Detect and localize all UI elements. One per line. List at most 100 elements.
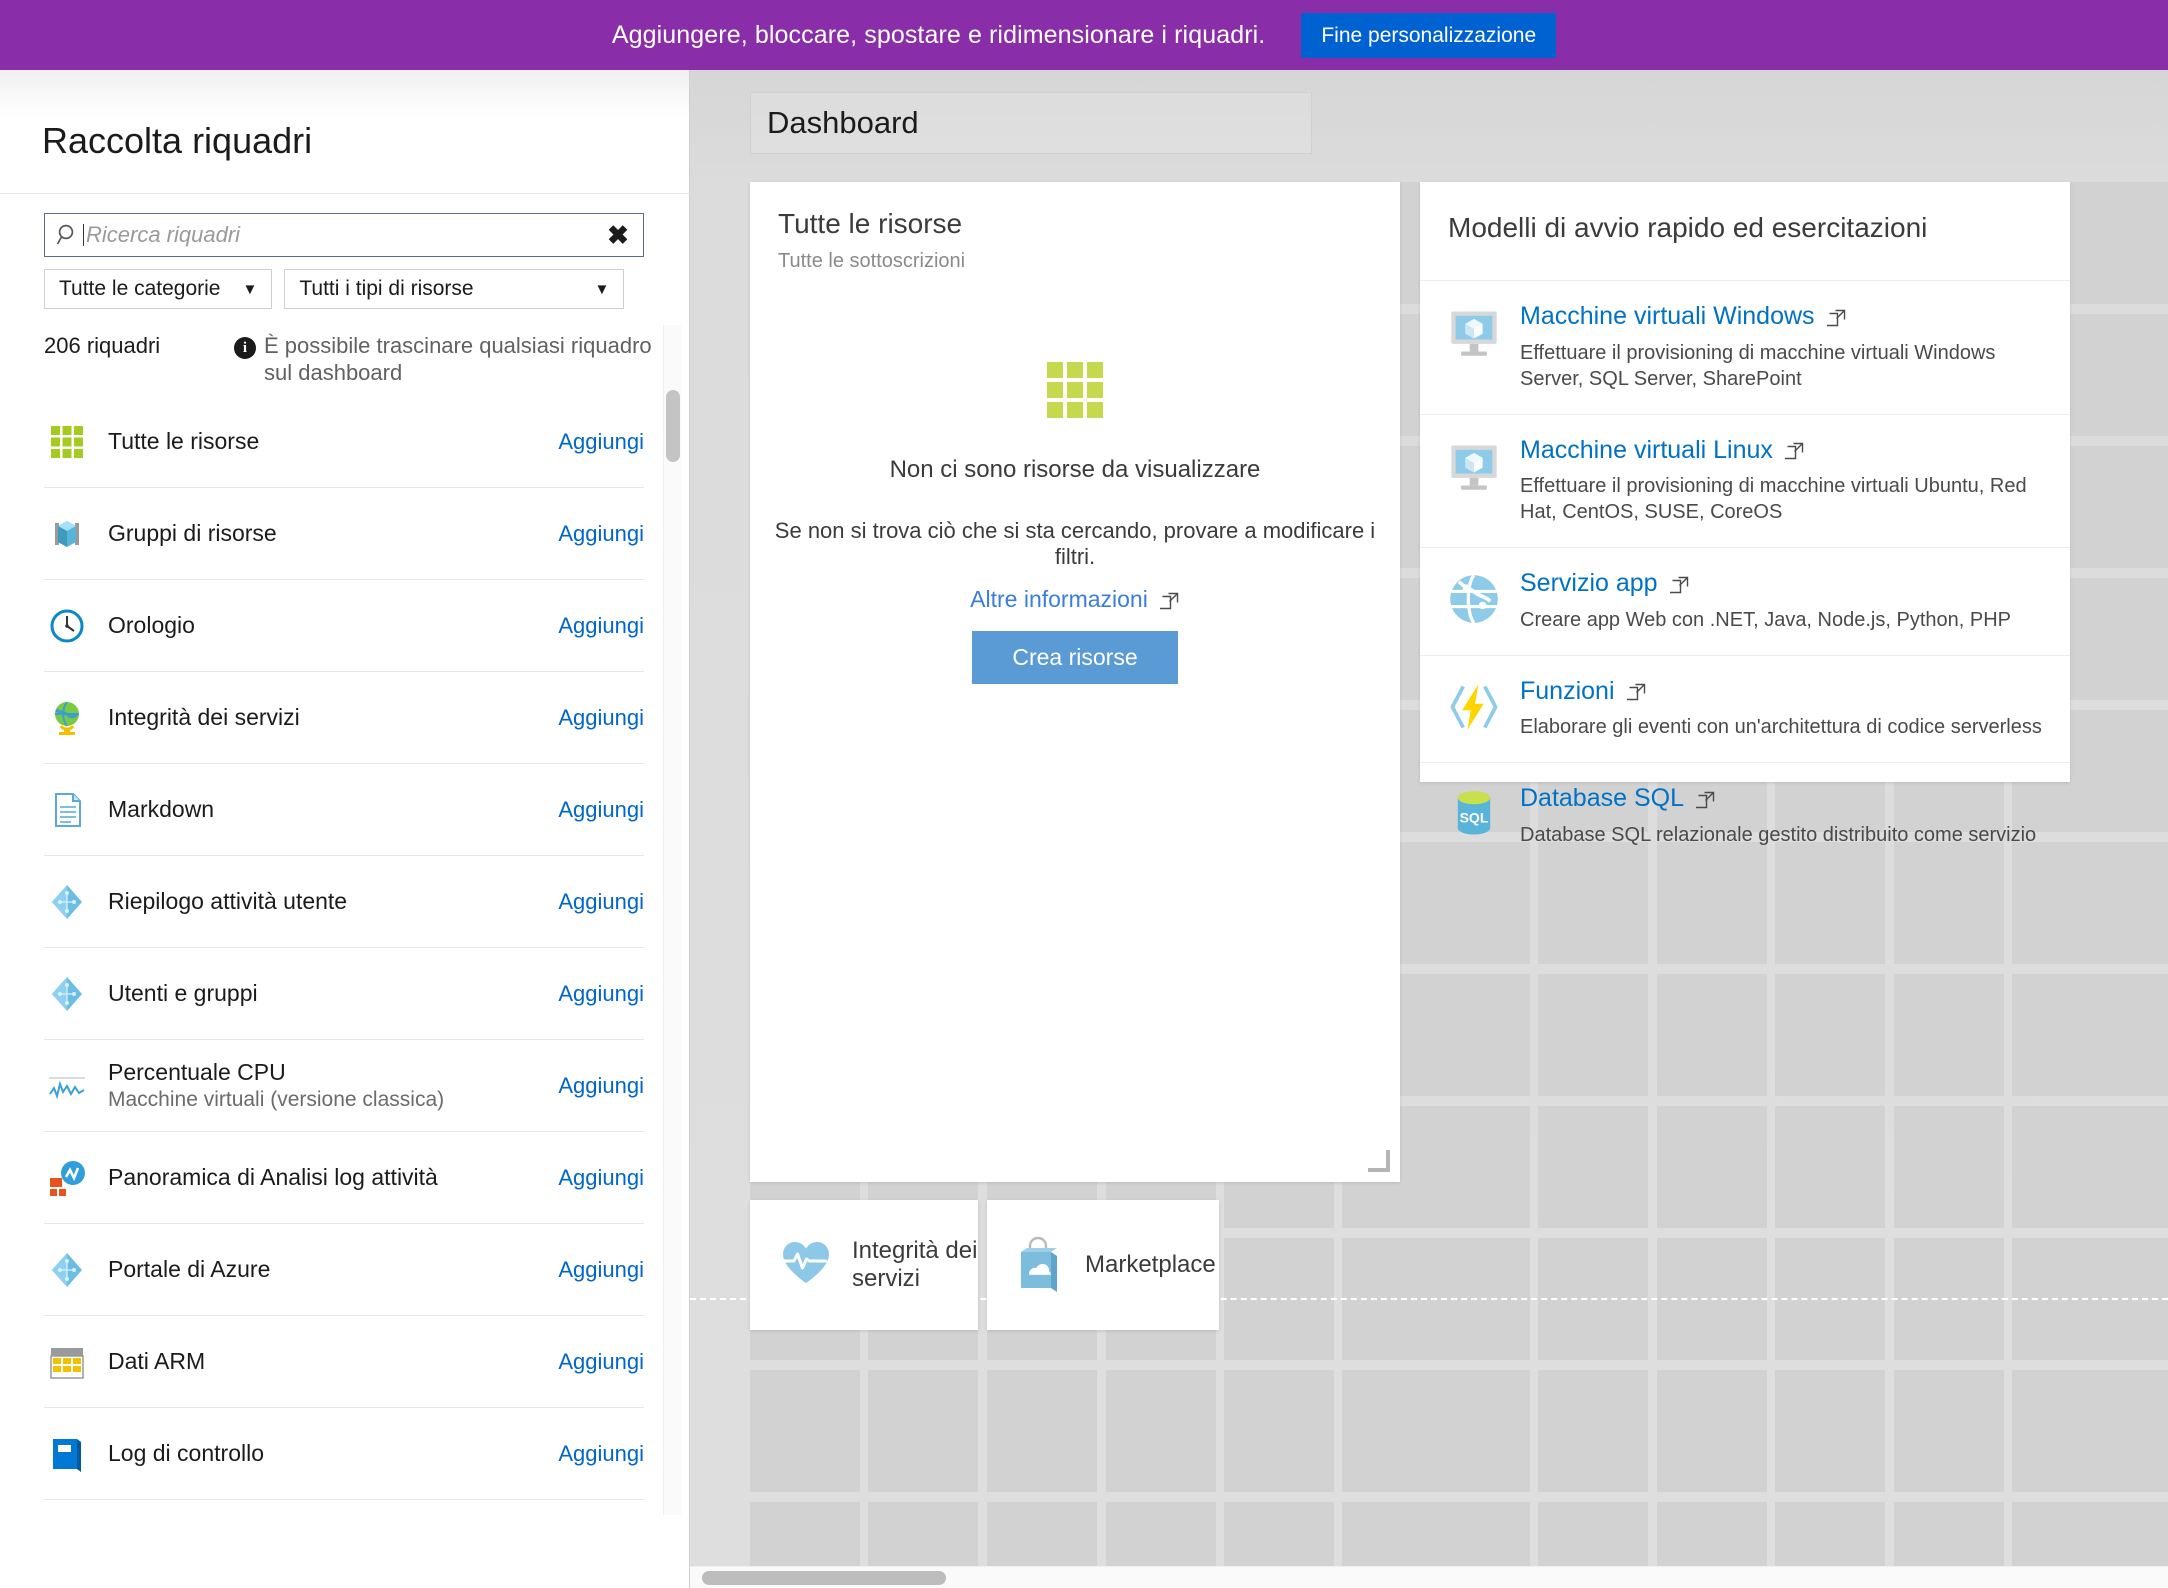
empty-tile-placeholder[interactable] xyxy=(2090,1106,2168,1228)
tile-all-resources[interactable]: Tutte le risorse Tutte le sottoscrizioni… xyxy=(750,182,1400,1182)
add-tile-button[interactable]: Aggiungi xyxy=(544,1257,644,1283)
gallery-tile-row[interactable]: Dati ARM Aggiungi xyxy=(44,1316,644,1408)
add-tile-button[interactable]: Aggiungi xyxy=(544,1165,644,1191)
heartbeat-icon xyxy=(780,1239,832,1292)
category-filter-dropdown[interactable]: Tutte le categorie ▼ xyxy=(44,269,273,309)
gallery-tile-text: Log di controllo xyxy=(108,1439,544,1468)
gallery-tile-row[interactable]: Integrità dei servizi Aggiungi xyxy=(44,672,644,764)
tile-resize-handle[interactable] xyxy=(1368,1150,1390,1172)
tile-quickstart-templates[interactable]: Modelli di avvio rapido ed esercitazioni… xyxy=(1420,182,2070,846)
template-row[interactable]: Funzioni Elaborare gli eventi con un'arch… xyxy=(1420,654,2070,763)
empty-tile-placeholder[interactable] xyxy=(987,1370,1097,1492)
empty-tile-placeholder[interactable] xyxy=(1657,1370,1767,1492)
template-link[interactable]: Macchine virtuali Linux xyxy=(1520,436,1805,465)
gallery-tile-row[interactable]: AD ConnectAggiungi xyxy=(44,1500,644,1516)
empty-tile-placeholder[interactable] xyxy=(1420,1370,1530,1492)
template-body: Macchine virtuali Windows Effettuare il p… xyxy=(1520,302,2046,392)
gallery-tile-name: Markdown xyxy=(108,796,215,823)
template-description: Elaborare gli eventi con un'architettura… xyxy=(1520,716,2042,738)
external-link-icon xyxy=(1782,440,1805,460)
empty-tile-placeholder[interactable] xyxy=(1106,1370,1216,1492)
template-link[interactable]: Database SQL xyxy=(1520,784,1716,813)
create-resources-button[interactable]: Crea risorse xyxy=(972,631,1178,684)
add-tile-button[interactable]: Aggiungi xyxy=(544,797,644,823)
template-link[interactable]: Macchine virtuali Windows xyxy=(1520,302,1847,331)
tile-service-health[interactable]: Integrità dei servizi xyxy=(750,1200,978,1330)
clock-icon xyxy=(44,603,90,649)
empty-tile-placeholder[interactable] xyxy=(2090,446,2168,568)
add-tile-button[interactable]: Aggiungi xyxy=(544,1441,644,1467)
empty-tile-placeholder[interactable] xyxy=(2090,1370,2168,1492)
empty-tile-placeholder[interactable] xyxy=(1894,974,2004,1096)
empty-tile-placeholder[interactable] xyxy=(1657,974,1767,1096)
add-tile-button[interactable]: Aggiungi xyxy=(544,705,644,731)
gallery-tile-text: Panoramica di Analisi log attività xyxy=(108,1163,544,1192)
template-link[interactable]: Funzioni xyxy=(1520,677,1647,706)
azure-ad-diamond-icon xyxy=(44,879,90,925)
all-resources-icon xyxy=(1047,362,1103,418)
tile-marketplace[interactable]: Marketplace xyxy=(987,1200,1219,1330)
empty-tile-placeholder[interactable] xyxy=(2090,974,2168,1096)
gallery-tile-row[interactable]: Panoramica di Analisi log attività Aggiun… xyxy=(44,1132,644,1224)
gallery-tile-row[interactable]: Gruppi di risorse Aggiungi xyxy=(44,488,644,580)
empty-tile-placeholder[interactable] xyxy=(1538,1106,1648,1228)
empty-tile-placeholder[interactable] xyxy=(2090,182,2168,304)
add-tile-button[interactable]: Aggiungi xyxy=(544,521,644,547)
gallery-tile-row[interactable]: Riepilogo attività utente Aggiungi xyxy=(44,856,644,948)
learn-more-link[interactable]: Altre informazioni xyxy=(970,586,1180,613)
clear-search-icon[interactable]: ✖ xyxy=(601,218,635,252)
gallery-tile-row[interactable]: Utenti e gruppi Aggiungi xyxy=(44,948,644,1040)
empty-tile-placeholder[interactable] xyxy=(1420,974,1530,1096)
gallery-scrollbar-track[interactable] xyxy=(663,325,681,1515)
add-tile-button[interactable]: Aggiungi xyxy=(544,613,644,639)
empty-tile-placeholder[interactable] xyxy=(2090,314,2168,436)
external-link-icon xyxy=(1667,574,1690,594)
gallery-tile-name: Percentuale CPU xyxy=(108,1059,286,1085)
learn-more-label: Altre informazioni xyxy=(970,586,1148,612)
search-input[interactable] xyxy=(86,222,601,248)
gallery-tile-text: Riepilogo attività utente xyxy=(108,887,544,916)
gallery-tile-row[interactable]: Log di controllo Aggiungi xyxy=(44,1408,644,1500)
gallery-tile-row[interactable]: Tutte le risorse Aggiungi xyxy=(44,396,644,488)
empty-tile-placeholder[interactable] xyxy=(750,1370,860,1492)
gallery-tile-row[interactable]: Orologio Aggiungi xyxy=(44,580,644,672)
template-row[interactable]: Macchine virtuali Linux Effettuare il pro… xyxy=(1420,413,2070,548)
gallery-tile-row[interactable]: Markdown Aggiungi xyxy=(44,764,644,856)
dashboard-hscrollbar-thumb[interactable] xyxy=(702,1571,946,1585)
gallery-tile-row[interactable]: Percentuale CPU Macchine virtuali (versio… xyxy=(44,1040,644,1132)
template-body: Database SQL Database SQL relazionale ges… xyxy=(1520,784,2046,848)
empty-tile-placeholder[interactable] xyxy=(1420,1106,1530,1228)
template-row[interactable]: Macchine virtuali Windows Effettuare il p… xyxy=(1420,280,2070,414)
empty-tile-placeholder[interactable] xyxy=(1657,1106,1767,1228)
drag-hint-text: È possibile trascinare qualsiasi riquadr… xyxy=(264,333,652,385)
empty-tile-placeholder[interactable] xyxy=(1538,1370,1648,1492)
add-tile-button[interactable]: Aggiungi xyxy=(544,981,644,1007)
template-row[interactable]: SQL Database SQL Database SQL relazionale … xyxy=(1420,762,2070,870)
empty-tile-placeholder[interactable] xyxy=(1775,1370,1885,1492)
gallery-tile-row[interactable]: Portale di Azure Aggiungi xyxy=(44,1224,644,1316)
empty-tile-placeholder[interactable] xyxy=(1775,974,1885,1096)
done-customizing-button[interactable]: Fine personalizzazione xyxy=(1301,12,1557,58)
add-tile-button[interactable]: Aggiungi xyxy=(544,429,644,455)
add-tile-button[interactable]: Aggiungi xyxy=(544,1073,644,1099)
empty-tile-placeholder[interactable] xyxy=(2090,842,2168,964)
empty-tile-placeholder[interactable] xyxy=(1894,1370,2004,1492)
empty-tile-placeholder[interactable] xyxy=(2090,578,2168,700)
empty-tile-placeholder[interactable] xyxy=(1224,1370,1334,1492)
add-tile-button[interactable]: Aggiungi xyxy=(544,1349,644,1375)
template-row[interactable]: Servizio app Creare app Web con .NET, Jav… xyxy=(1420,547,2070,655)
template-link[interactable]: Servizio app xyxy=(1520,569,1690,598)
gallery-scrollbar-thumb[interactable] xyxy=(666,390,680,462)
gallery-tile-text: Utenti e gruppi xyxy=(108,979,544,1008)
dashboard-title-box[interactable]: Dashboard xyxy=(750,92,1312,154)
service-health-globe-icon xyxy=(44,695,90,741)
add-tile-button[interactable]: Aggiungi xyxy=(544,889,644,915)
empty-tile-placeholder[interactable] xyxy=(1775,1106,1885,1228)
empty-tile-placeholder[interactable] xyxy=(2090,710,2168,832)
empty-tile-placeholder[interactable] xyxy=(1538,974,1648,1096)
empty-tile-placeholder[interactable] xyxy=(868,1370,978,1492)
tile-list[interactable]: Tutte le risorse Aggiungi Gruppi di risors… xyxy=(44,396,644,1516)
search-box[interactable]: ✖ xyxy=(44,213,644,257)
empty-tile-placeholder[interactable] xyxy=(1894,1106,2004,1228)
resource-type-filter-dropdown[interactable]: Tutti i tipi di risorse ▼ xyxy=(284,269,625,309)
